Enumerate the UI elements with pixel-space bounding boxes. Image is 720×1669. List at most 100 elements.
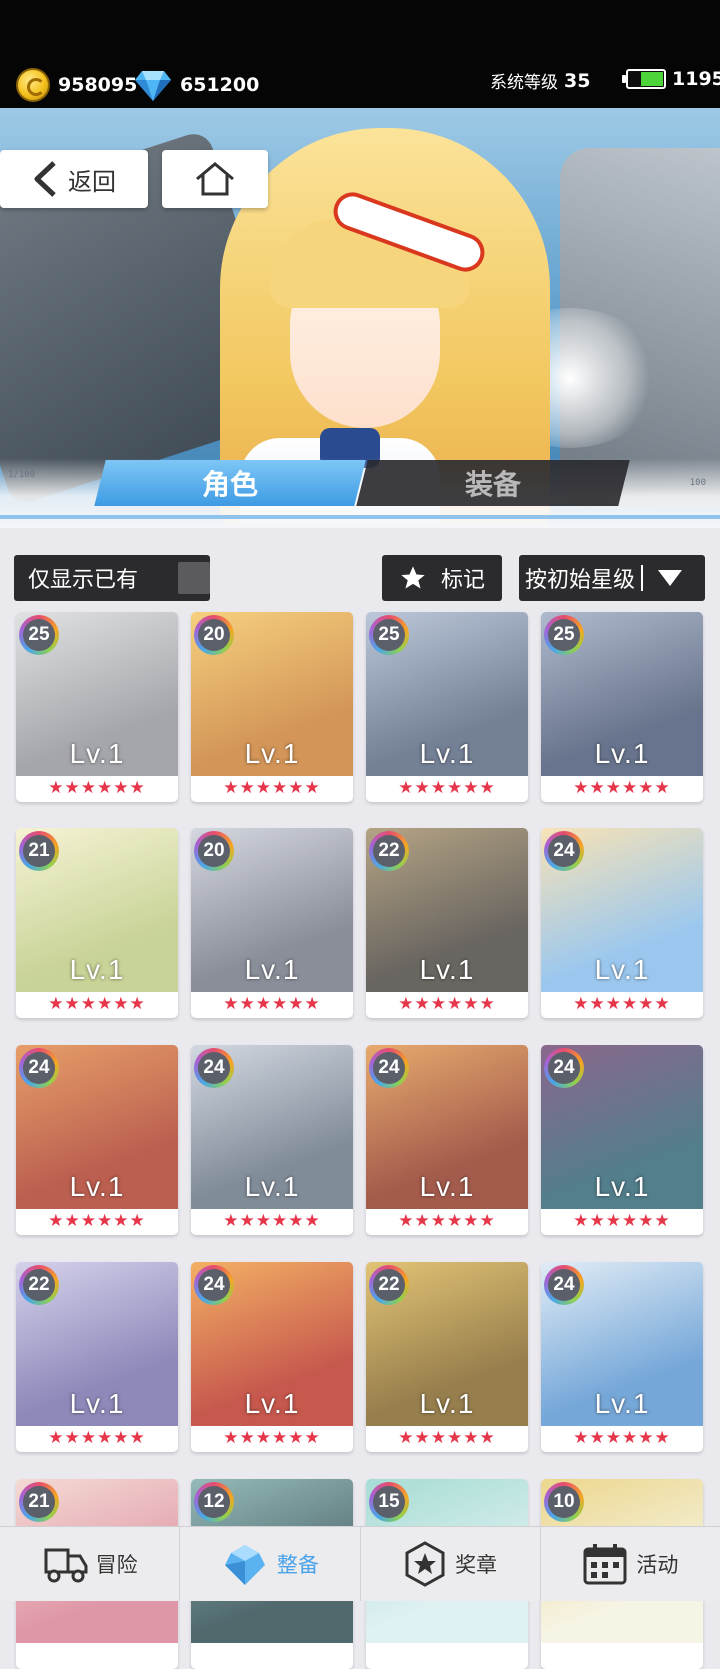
cost-badge-value: 24	[23, 1052, 55, 1084]
truck-icon	[44, 1548, 88, 1583]
owned-only-toggle[interactable]: 仅显示已有	[14, 555, 210, 601]
bottom-nav-events-label: 活动	[636, 1553, 679, 1577]
owned-only-label: 仅显示已有	[28, 568, 139, 593]
bottom-navigation: 冒险 整备 奖章 活动	[0, 1526, 720, 1601]
star-icon	[401, 566, 425, 589]
character-card[interactable]: 25 Lv.1 ★★★★★★	[366, 612, 528, 802]
gold-resource: 958095	[16, 68, 137, 102]
system-level-value: 35	[564, 69, 591, 92]
cost-badge-value: 22	[373, 835, 405, 867]
bottom-nav-events[interactable]: 活动	[541, 1527, 720, 1601]
tab-character[interactable]: 角色	[94, 460, 366, 506]
cost-badge: 12	[194, 1482, 234, 1522]
cost-badge-value: 21	[23, 835, 55, 867]
sort-dropdown[interactable]: 按初始星级	[519, 555, 705, 601]
character-level: Lv.1	[419, 1388, 475, 1419]
bottom-nav-prepare[interactable]: 整备	[180, 1527, 361, 1601]
sort-separator	[641, 565, 644, 591]
cost-badge-value: 10	[548, 1486, 580, 1518]
character-level: Lv.1	[419, 954, 475, 985]
banner-deco-left: 1/100	[8, 470, 35, 480]
character-card[interactable]: 25 Lv.1 ★★★★★★	[16, 612, 178, 802]
cost-badge-value: 20	[198, 619, 230, 651]
medal-icon	[405, 1541, 445, 1587]
cost-badge: 25	[369, 615, 409, 655]
back-button-label: 返回	[68, 167, 116, 196]
character-card[interactable]: 25 Lv.1 ★★★★★★	[541, 612, 703, 802]
character-card[interactable]: 20 Lv.1 ★★★★★★	[191, 828, 353, 1018]
character-card[interactable]: 24 Lv.1 ★★★★★★	[191, 1262, 353, 1452]
character-card[interactable]: 24 Lv.1 ★★★★★★	[366, 1045, 528, 1235]
star-rating: ★★★★★★	[573, 778, 671, 798]
star-rating: ★★★★★★	[223, 1428, 321, 1448]
character-level: Lv.1	[244, 1388, 300, 1419]
character-card[interactable]: 24 Lv.1 ★★★★★★	[541, 828, 703, 1018]
bottom-nav-adventure[interactable]: 冒险	[0, 1527, 181, 1601]
energy-resource: 1195	[622, 68, 720, 90]
cost-badge: 24	[19, 1048, 59, 1088]
cost-badge: 21	[19, 1482, 59, 1522]
cost-badge: 22	[19, 1265, 59, 1305]
home-button[interactable]	[162, 150, 268, 208]
star-rating: ★★★★★★	[48, 994, 146, 1014]
star-rating: ★★★★★★	[48, 778, 146, 798]
star-rating: ★★★★★★	[223, 778, 321, 798]
status-bar: 958095 651200 系统等级 35 1195	[0, 0, 720, 108]
star-rating: ★★★★★★	[398, 778, 496, 798]
cost-badge-value: 15	[373, 1486, 405, 1518]
character-card[interactable]: 22 Lv.1 ★★★★★★	[366, 828, 528, 1018]
cost-badge-value: 25	[23, 619, 55, 651]
banner-deco-right: 100	[690, 478, 706, 488]
mark-button[interactable]: 标记	[382, 555, 502, 601]
character-card[interactable]: 21 Lv.1 ★★★★★★	[16, 828, 178, 1018]
cost-badge-value: 22	[373, 1269, 405, 1301]
star-rating: ★★★★★★	[48, 1211, 146, 1231]
bottom-nav-medal[interactable]: 奖章	[361, 1527, 541, 1601]
tab-equipment-label: 装备	[464, 468, 521, 501]
character-card[interactable]: 22 Lv.1 ★★★★★★	[366, 1262, 528, 1452]
character-level: Lv.1	[69, 738, 125, 769]
cost-badge-value: 20	[198, 835, 230, 867]
cost-badge-value: 25	[548, 619, 580, 651]
gold-coin-icon	[16, 68, 50, 102]
cost-badge-value: 24	[198, 1269, 230, 1301]
sort-label: 按初始星级	[525, 568, 636, 593]
cost-badge-value: 21	[23, 1486, 55, 1518]
cost-badge: 24	[544, 1048, 584, 1088]
bottom-nav-prepare-label: 整备	[276, 1553, 319, 1577]
system-level-label: 系统等级	[490, 73, 558, 93]
cost-badge: 10	[544, 1482, 584, 1522]
mark-label: 标记	[440, 568, 485, 593]
cost-badge: 15	[369, 1482, 409, 1522]
character-level: Lv.1	[594, 1388, 650, 1419]
character-card[interactable]: 22 Lv.1 ★★★★★★	[16, 1262, 178, 1452]
character-level: Lv.1	[244, 738, 300, 769]
banner-deco-right-text: 100	[689, 478, 706, 488]
cost-badge: 25	[544, 615, 584, 655]
diamond-resource: 651200	[134, 68, 259, 102]
diamond-icon	[135, 71, 171, 101]
character-card[interactable]: 24 Lv.1 ★★★★★★	[191, 1045, 353, 1235]
diamond-amount: 651200	[180, 74, 260, 96]
character-level: Lv.1	[69, 954, 125, 985]
energy-amount: 1195	[672, 68, 720, 90]
character-card[interactable]: 24 Lv.1 ★★★★★★	[541, 1262, 703, 1452]
character-level: Lv.1	[594, 1171, 650, 1202]
home-icon	[196, 162, 234, 196]
character-card[interactable]: 20 Lv.1 ★★★★★★	[191, 612, 353, 802]
cost-badge: 22	[369, 1265, 409, 1305]
tab-character-label: 角色	[201, 468, 258, 501]
crystal-icon	[224, 1545, 265, 1585]
character-card[interactable]: 24 Lv.1 ★★★★★★	[541, 1045, 703, 1235]
cost-badge-value: 24	[373, 1052, 405, 1084]
chevron-left-icon	[34, 161, 56, 197]
cost-badge: 24	[369, 1048, 409, 1088]
star-rating: ★★★★★★	[573, 1211, 671, 1231]
bottom-nav-medal-label: 奖章	[455, 1553, 498, 1577]
cost-badge-value: 25	[373, 619, 405, 651]
character-card[interactable]: 24 Lv.1 ★★★★★★	[16, 1045, 178, 1235]
tab-equipment[interactable]: 装备	[356, 460, 630, 506]
back-button[interactable]: 返回	[0, 150, 148, 208]
cost-badge: 20	[194, 831, 234, 871]
battery-icon	[622, 69, 666, 89]
